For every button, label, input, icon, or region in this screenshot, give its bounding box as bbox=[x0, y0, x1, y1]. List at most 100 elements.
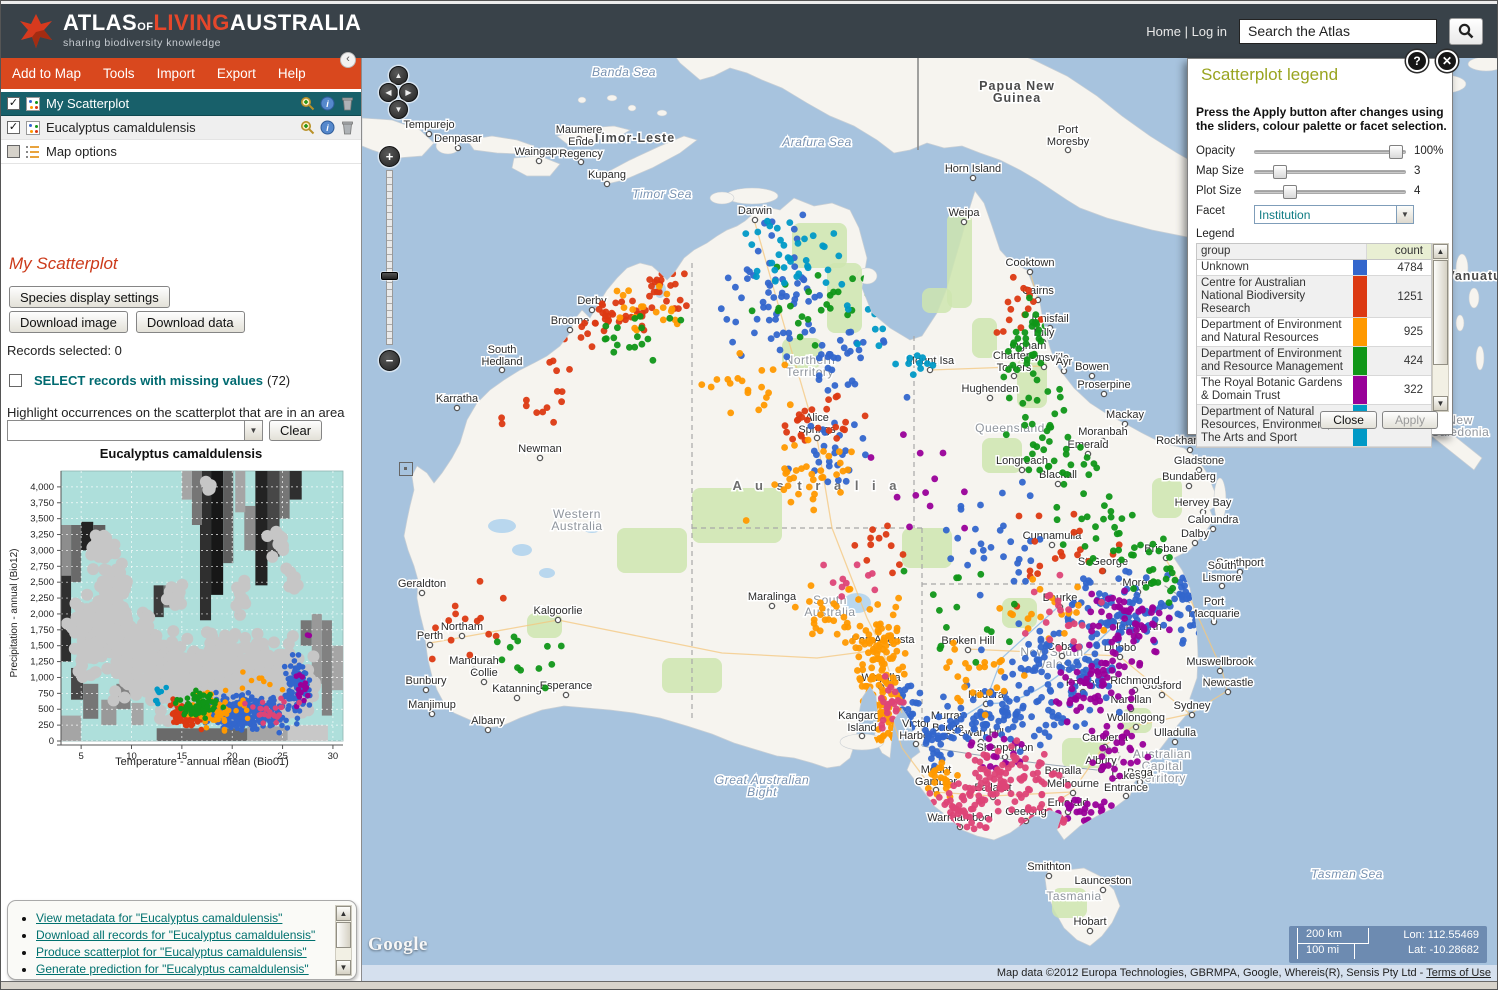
zoom-out-button[interactable]: − bbox=[379, 350, 400, 371]
city-dot bbox=[1225, 689, 1230, 694]
occurrence-dot bbox=[1106, 493, 1113, 500]
layer-info-icon[interactable]: i bbox=[320, 120, 335, 135]
delete-layer-icon[interactable] bbox=[340, 120, 355, 135]
legend-scrollbar[interactable]: ▲ ▼ bbox=[1432, 243, 1449, 412]
cloud-dot bbox=[193, 675, 205, 687]
download-data-button[interactable]: Download data bbox=[136, 311, 245, 333]
scroll-down-icon[interactable]: ▼ bbox=[1433, 396, 1448, 411]
legend-row[interactable]: Centre for Australian National Biodivers… bbox=[1197, 276, 1431, 318]
links-scrollbar[interactable]: ▲ ▼ bbox=[335, 905, 352, 976]
zoom-in-button[interactable]: + bbox=[379, 146, 400, 167]
occurrence-dot bbox=[867, 535, 874, 542]
legend-row[interactable]: Unknown4784 bbox=[1197, 260, 1431, 276]
occurrence-dot bbox=[1047, 687, 1054, 694]
collapse-sidebar-button[interactable]: ‹ bbox=[340, 52, 356, 68]
occurrence-dot bbox=[834, 393, 841, 400]
pan-right-icon[interactable]: ▶ bbox=[399, 83, 418, 102]
city-dot bbox=[1087, 928, 1092, 933]
menu-item-tools[interactable]: Tools bbox=[92, 66, 146, 81]
species-link[interactable]: Download all records for "Eucalyptus cam… bbox=[36, 928, 315, 942]
slider-track[interactable] bbox=[1254, 190, 1406, 194]
slider-handle[interactable] bbox=[1283, 185, 1297, 199]
scatterplot-canvas[interactable]: 02505007501,0001,2501,5001,7502,0002,250… bbox=[5, 463, 353, 769]
scroll-up-icon[interactable]: ▲ bbox=[336, 906, 351, 921]
slider-track[interactable] bbox=[1254, 170, 1406, 174]
occurrence-dot bbox=[1076, 528, 1083, 535]
occurrence-dot bbox=[1034, 377, 1041, 384]
menu-item-export[interactable]: Export bbox=[206, 66, 267, 81]
pan-up-icon[interactable]: ▲ bbox=[389, 66, 408, 85]
occurrence-dot bbox=[798, 414, 805, 421]
slider-handle[interactable] bbox=[1389, 145, 1403, 159]
occurrence-dot bbox=[544, 643, 551, 650]
zoom-to-layer-icon[interactable] bbox=[300, 96, 315, 111]
highlight-area-select[interactable]: ▼ bbox=[7, 420, 263, 441]
scatterplot-section-title: My Scatterplot bbox=[9, 254, 118, 274]
zoom-slider-track[interactable] bbox=[386, 170, 393, 345]
menu-item-add-to-map[interactable]: Add to Map bbox=[1, 66, 92, 81]
legend-row[interactable]: Department of Environment and Natural Re… bbox=[1197, 318, 1431, 347]
ala-logo[interactable]: ATLASOFLIVINGAUSTRALIA sharing biodivers… bbox=[17, 12, 361, 50]
occurrence-dot bbox=[845, 306, 852, 313]
layer-row-2[interactable]: ✓Eucalyptus camaldulensisi bbox=[1, 116, 361, 140]
clear-button[interactable]: Clear bbox=[269, 420, 322, 441]
google-watermark[interactable]: Google bbox=[368, 934, 428, 956]
pan-down-icon[interactable]: ▼ bbox=[389, 100, 408, 119]
close-button[interactable]: Close bbox=[1320, 411, 1377, 429]
menu-item-help[interactable]: Help bbox=[267, 66, 317, 81]
slider-track[interactable] bbox=[1254, 150, 1406, 154]
select-missing-checkbox[interactable] bbox=[9, 374, 22, 387]
home-login-links[interactable]: Home | Log in bbox=[1146, 24, 1227, 39]
terms-of-use-link[interactable]: Terms of Use bbox=[1426, 967, 1491, 979]
close-icon[interactable]: ✕ bbox=[1436, 50, 1458, 72]
legend-col-group[interactable]: group bbox=[1197, 244, 1367, 259]
pan-left-icon[interactable]: ◀ bbox=[379, 83, 398, 102]
search-button[interactable] bbox=[1449, 18, 1483, 45]
species-display-settings-button[interactable]: Species display settings bbox=[9, 286, 170, 308]
layer-row-3[interactable]: Map options bbox=[1, 140, 361, 164]
delete-layer-icon[interactable] bbox=[340, 96, 355, 111]
lake bbox=[539, 568, 555, 578]
x-tick-label: 30 bbox=[328, 751, 339, 762]
scroll-up-icon[interactable]: ▲ bbox=[1433, 244, 1448, 259]
occurrence-dot bbox=[1091, 460, 1098, 467]
series-dot bbox=[273, 705, 279, 711]
layer-checkbox[interactable]: ✓ bbox=[7, 121, 20, 134]
menu-item-import[interactable]: Import bbox=[146, 66, 206, 81]
occurrence-dot bbox=[838, 593, 845, 600]
series-dot bbox=[285, 725, 291, 731]
apply-button[interactable]: Apply bbox=[1382, 411, 1438, 429]
occurrence-dot bbox=[771, 267, 778, 274]
layer-row-1[interactable]: ✓My Scatterploti bbox=[1, 92, 361, 116]
species-link[interactable]: Produce scatterplot for "Eucalyptus cama… bbox=[36, 945, 307, 959]
occurrence-dot bbox=[1019, 400, 1026, 407]
scroll-down-icon[interactable]: ▼ bbox=[336, 960, 351, 975]
legend-col-count[interactable]: count bbox=[1367, 244, 1431, 259]
scatterplot-chart[interactable]: Eucalyptus camaldulensis 02505007501,000… bbox=[5, 446, 357, 774]
zoom-slider-handle[interactable] bbox=[381, 272, 398, 280]
density-block bbox=[223, 471, 233, 563]
drag-zoom-icon[interactable] bbox=[399, 462, 413, 476]
chevron-down-icon[interactable]: ▼ bbox=[244, 421, 262, 440]
occurrence-dot bbox=[803, 257, 810, 264]
occurrence-dot bbox=[917, 690, 924, 697]
download-image-button[interactable]: Download image bbox=[9, 311, 128, 333]
occurrence-dot bbox=[1063, 451, 1070, 458]
occurrence-dot bbox=[765, 289, 772, 296]
occurrence-dot bbox=[879, 686, 886, 693]
zoom-to-layer-icon[interactable] bbox=[300, 120, 315, 135]
search-input[interactable] bbox=[1239, 19, 1437, 44]
slider-handle[interactable] bbox=[1273, 165, 1287, 179]
species-link[interactable]: Generate prediction for "Eucalyptus cama… bbox=[36, 962, 309, 976]
legend-row[interactable]: The Royal Botanic Gardens & Domain Trust… bbox=[1197, 376, 1431, 405]
layer-info-icon[interactable]: i bbox=[320, 96, 335, 111]
occurrence-dot bbox=[905, 706, 912, 713]
help-icon[interactable]: ? bbox=[1406, 50, 1428, 72]
series-dot bbox=[251, 723, 257, 729]
legend-row[interactable]: Department of Environment and Resource M… bbox=[1197, 347, 1431, 376]
layer-checkbox[interactable] bbox=[7, 145, 20, 158]
species-link[interactable]: View metadata for "Eucalyptus camaldulen… bbox=[36, 911, 282, 925]
facet-select[interactable]: Institution ▼ bbox=[1254, 205, 1414, 224]
city-dot bbox=[1192, 540, 1197, 545]
layer-checkbox[interactable]: ✓ bbox=[7, 97, 20, 110]
